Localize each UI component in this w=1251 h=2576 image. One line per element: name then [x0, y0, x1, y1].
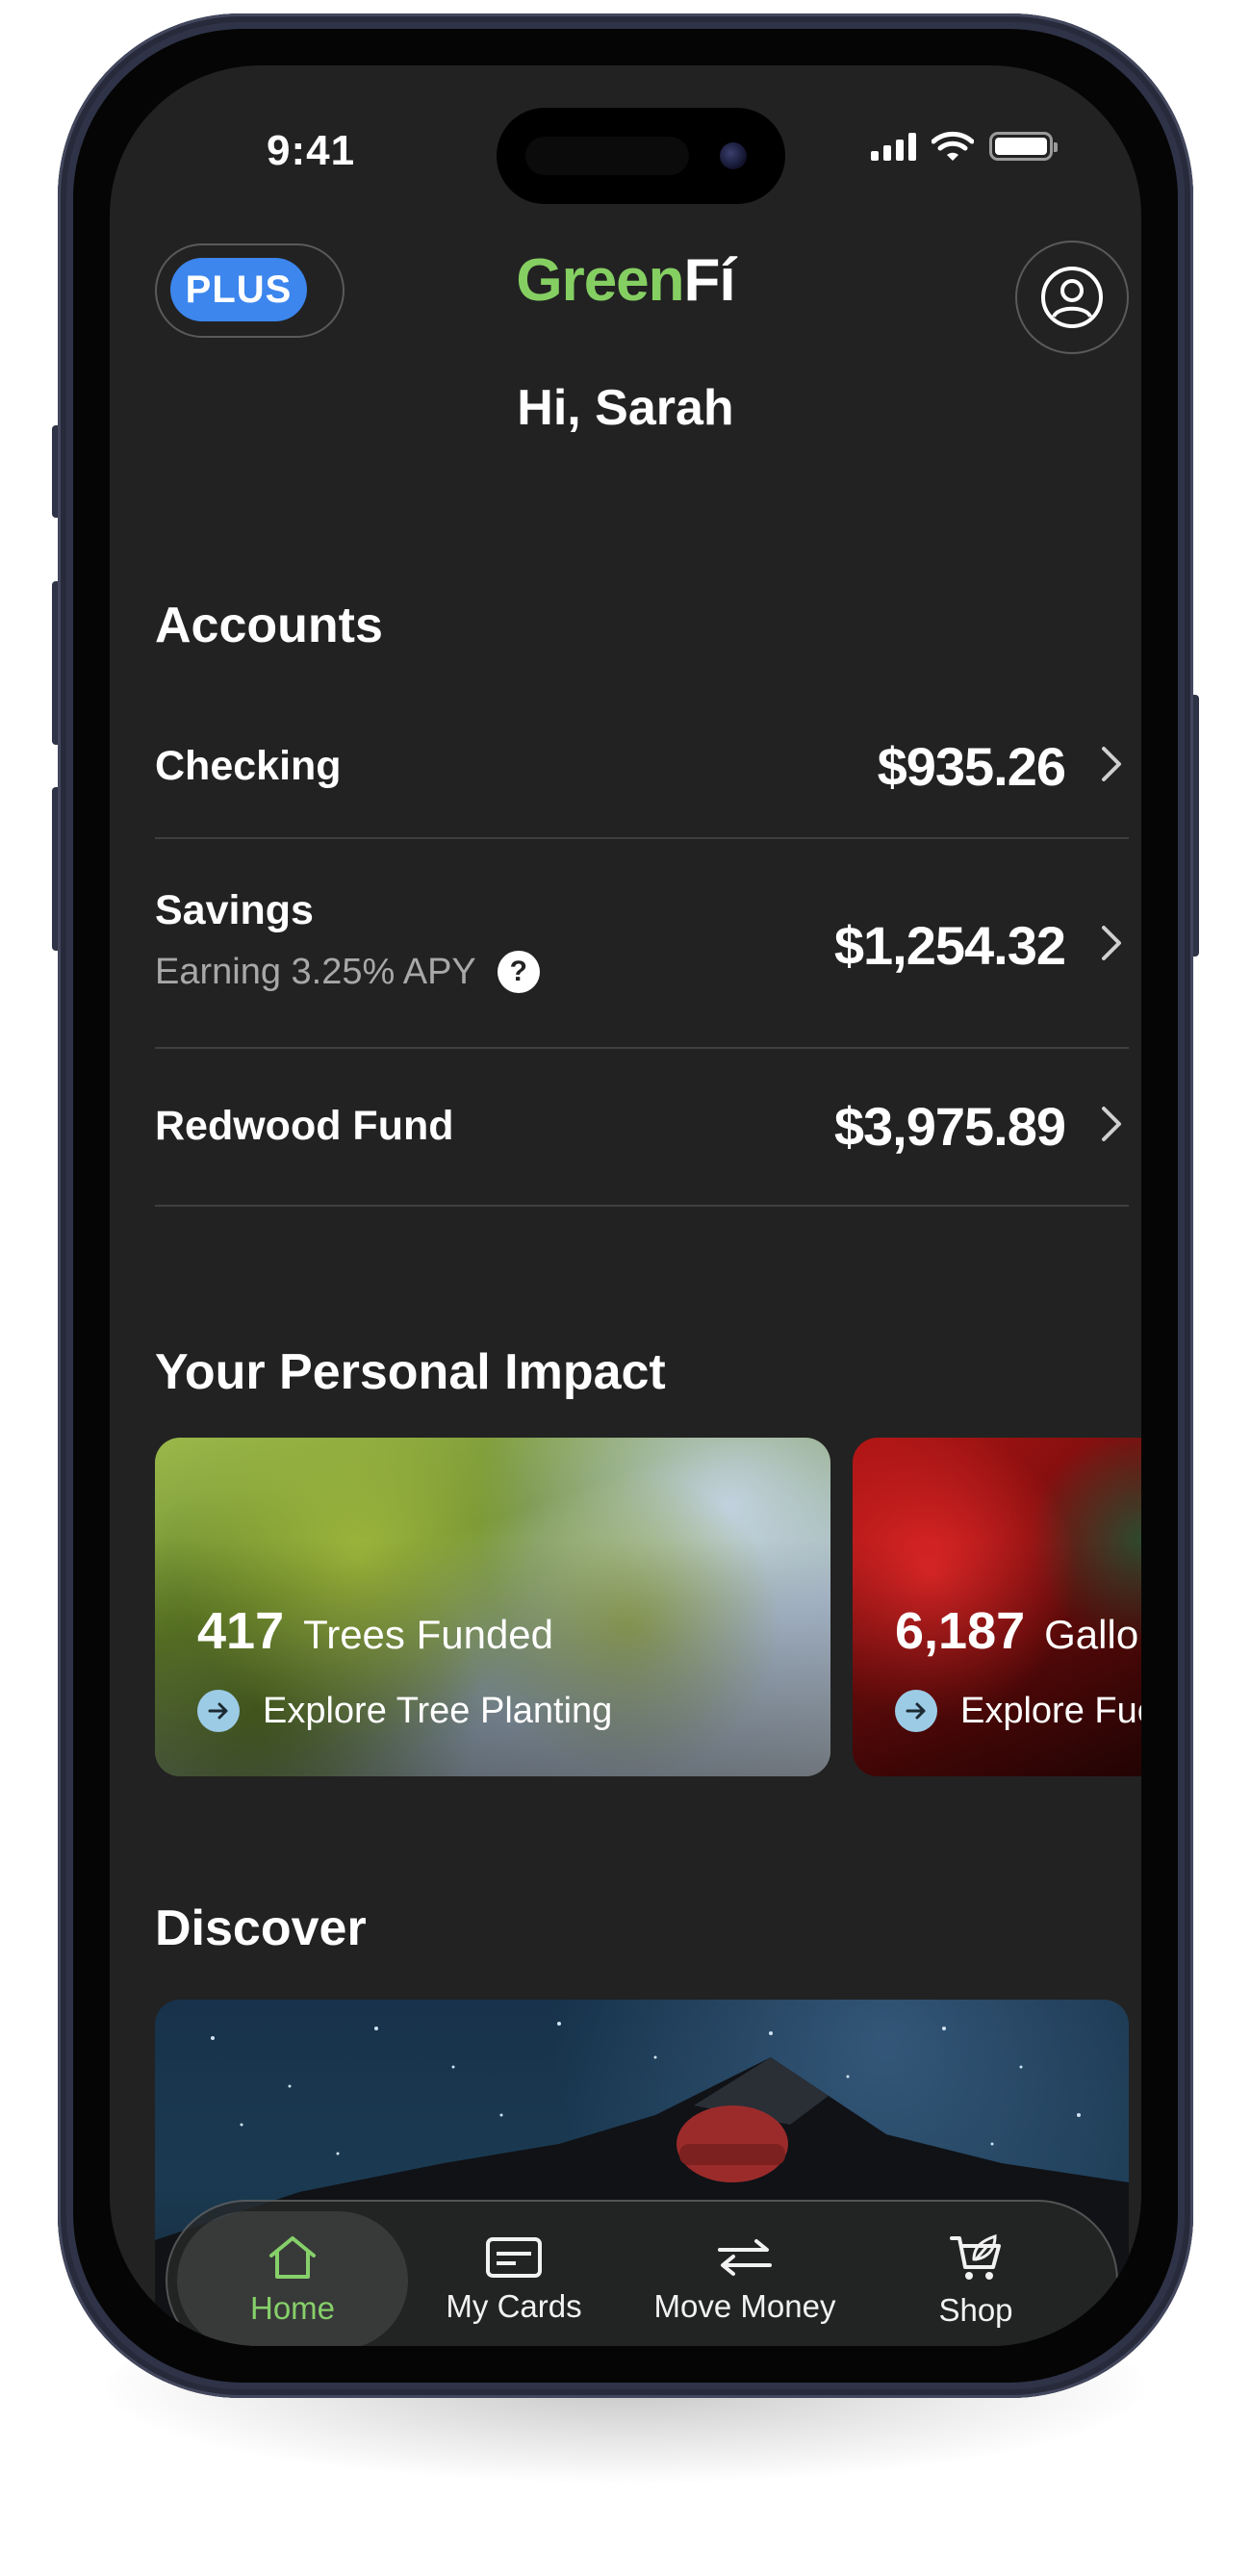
- help-icon[interactable]: ?: [497, 951, 540, 993]
- accounts-title: Accounts: [155, 598, 383, 653]
- status-time: 9:41: [267, 127, 356, 174]
- phone-bezel: 9:41 PLUS GreenFí Hi, Sarah Accounts Che…: [73, 29, 1178, 2383]
- status-icons: [871, 131, 1058, 162]
- greenfi-logo: GreenFí: [110, 246, 1141, 315]
- chevron-right-icon: [1102, 1107, 1121, 1141]
- cellular-signal-icon: [871, 132, 916, 161]
- tab-label: Shop: [938, 2292, 1013, 2328]
- impact-stat: 417 Trees Funded: [197, 1601, 553, 1661]
- camera-icon: [720, 142, 747, 169]
- transfer-icon: [718, 2239, 772, 2276]
- savings-apy-row: Earning 3.25% APY ?: [155, 951, 540, 993]
- tab-my-cards[interactable]: My Cards: [418, 2211, 610, 2346]
- tab-shop[interactable]: Shop: [880, 2211, 1072, 2346]
- account-row-redwood-fund[interactable]: Redwood Fund $3,975.89: [155, 1049, 1129, 1207]
- card-icon: [486, 2237, 542, 2278]
- account-row-checking[interactable]: Checking $935.26: [155, 706, 1129, 839]
- phone-frame: 9:41 PLUS GreenFí Hi, Sarah Accounts Che…: [58, 13, 1193, 2398]
- impact-value: 417: [197, 1602, 285, 1660]
- impact-value: 6,187: [895, 1602, 1026, 1660]
- wifi-icon: [932, 131, 974, 161]
- cart-icon: [950, 2233, 1001, 2280]
- impact-stat: 6,187 Gallons: [895, 1601, 1141, 1661]
- logo-text-green: Green: [516, 247, 684, 314]
- discover-title: Discover: [155, 1900, 367, 1956]
- account-name: Savings: [155, 887, 314, 933]
- sensor-pill: [525, 137, 689, 175]
- impact-label: Trees Funded: [303, 1612, 554, 1657]
- impact-link[interactable]: Explore Fuel: [895, 1690, 1141, 1732]
- logo-text-fi: Fí: [683, 247, 736, 314]
- arrow-right-icon: [197, 1690, 240, 1732]
- account-balance: $1,254.32: [833, 915, 1066, 976]
- profile-button[interactable]: [1015, 241, 1129, 354]
- account-name: Checking: [155, 743, 342, 789]
- tab-label: Move Money: [653, 2288, 836, 2324]
- tab-label: My Cards: [446, 2288, 582, 2324]
- greeting-text: Hi, Sarah: [517, 380, 734, 436]
- tab-move-money[interactable]: Move Money: [620, 2211, 870, 2346]
- chevron-right-icon: [1102, 926, 1121, 960]
- app-screen: 9:41 PLUS GreenFí Hi, Sarah Accounts Che…: [110, 65, 1141, 2346]
- impact-link-text: Explore Fuel: [960, 1690, 1141, 1731]
- dynamic-island: [497, 108, 785, 204]
- account-row-savings[interactable]: Savings Earning 3.25% APY ? $1,254.32: [155, 839, 1129, 1049]
- account-balance: $3,975.89: [833, 1096, 1066, 1157]
- impact-label: Gallons: [1044, 1612, 1141, 1657]
- user-icon: [1041, 267, 1103, 328]
- account-balance: $935.26: [877, 736, 1066, 797]
- tab-home[interactable]: Home: [177, 2211, 408, 2346]
- impact-card-fuel[interactable]: 6,187 Gallons Explore Fuel: [853, 1438, 1141, 1776]
- impact-title: Your Personal Impact: [155, 1344, 666, 1400]
- account-name: Redwood Fund: [155, 1103, 454, 1149]
- battery-icon: [989, 132, 1058, 161]
- impact-link[interactable]: Explore Tree Planting: [197, 1690, 612, 1732]
- chevron-right-icon: [1102, 747, 1121, 781]
- home-icon: [269, 2236, 316, 2279]
- arrow-right-icon: [895, 1690, 937, 1732]
- impact-card-trees[interactable]: 417 Trees Funded Explore Tree Planting: [155, 1438, 830, 1776]
- tab-label: Home: [249, 2290, 336, 2326]
- impact-link-text: Explore Tree Planting: [263, 1690, 613, 1731]
- bottom-tab-bar: Home My Cards Move Money Shop: [166, 2200, 1118, 2346]
- savings-apy-text: Earning 3.25% APY: [155, 951, 476, 992]
